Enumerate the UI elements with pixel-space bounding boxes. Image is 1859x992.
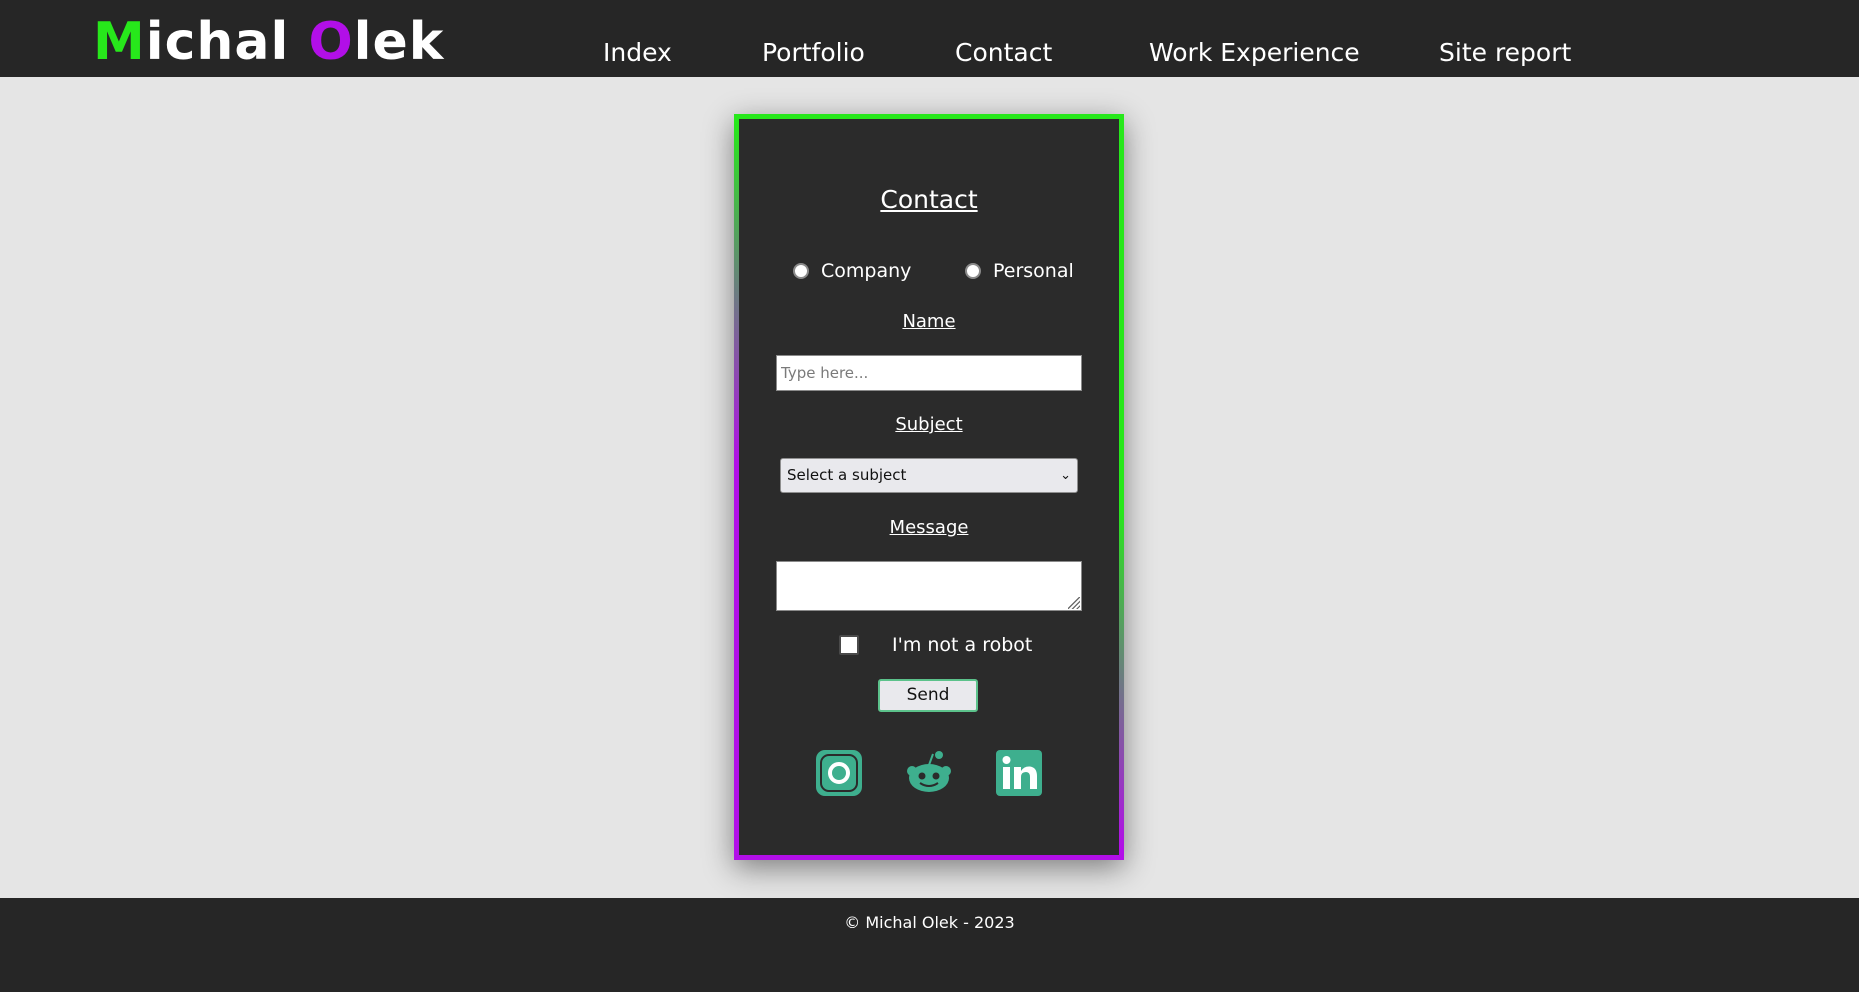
linkedin-icon[interactable]	[996, 750, 1042, 796]
robot-checkbox-label: I'm not a robot	[892, 634, 1033, 656]
name-input[interactable]	[776, 355, 1082, 391]
name-label: Name	[902, 311, 956, 332]
form-title: Contact	[880, 185, 978, 214]
radio-company-label: Company	[821, 260, 912, 282]
radio-company[interactable]	[793, 263, 809, 279]
site-header: Michal Olek Index Portfolio Contact Work…	[0, 0, 1859, 77]
chevron-down-icon: ⌄	[1060, 468, 1071, 483]
nav-link-portfolio[interactable]: Portfolio	[762, 36, 865, 70]
reddit-icon[interactable]	[906, 750, 952, 796]
contact-form: Contact Company Personal Name Subject Se…	[739, 119, 1119, 855]
subject-label: Subject	[895, 414, 963, 435]
message-textarea[interactable]	[776, 561, 1082, 611]
contact-card: Contact Company Personal Name Subject Se…	[734, 114, 1124, 860]
radio-personal-label: Personal	[993, 260, 1074, 282]
nav-link-contact[interactable]: Contact	[955, 36, 1052, 70]
send-button[interactable]: Send	[878, 679, 978, 712]
nav-link-index[interactable]: Index	[603, 36, 672, 70]
subject-selected-value: Select a subject	[787, 466, 907, 484]
instagram-icon[interactable]	[816, 750, 862, 796]
copyright-text: © Michal Olek - 2023	[844, 913, 1015, 932]
resize-handle-icon[interactable]	[1068, 597, 1080, 609]
nav-link-work-experience[interactable]: Work Experience	[1149, 36, 1360, 70]
radio-personal[interactable]	[965, 263, 981, 279]
subject-select[interactable]: Select a subject ⌄	[780, 458, 1078, 493]
site-footer: © Michal Olek - 2023	[0, 898, 1859, 992]
main-nav: Index Portfolio Contact Work Experience …	[0, 36, 1859, 70]
nav-link-site-report[interactable]: Site report	[1439, 36, 1571, 70]
robot-checkbox[interactable]	[839, 635, 859, 655]
message-label: Message	[889, 517, 969, 538]
